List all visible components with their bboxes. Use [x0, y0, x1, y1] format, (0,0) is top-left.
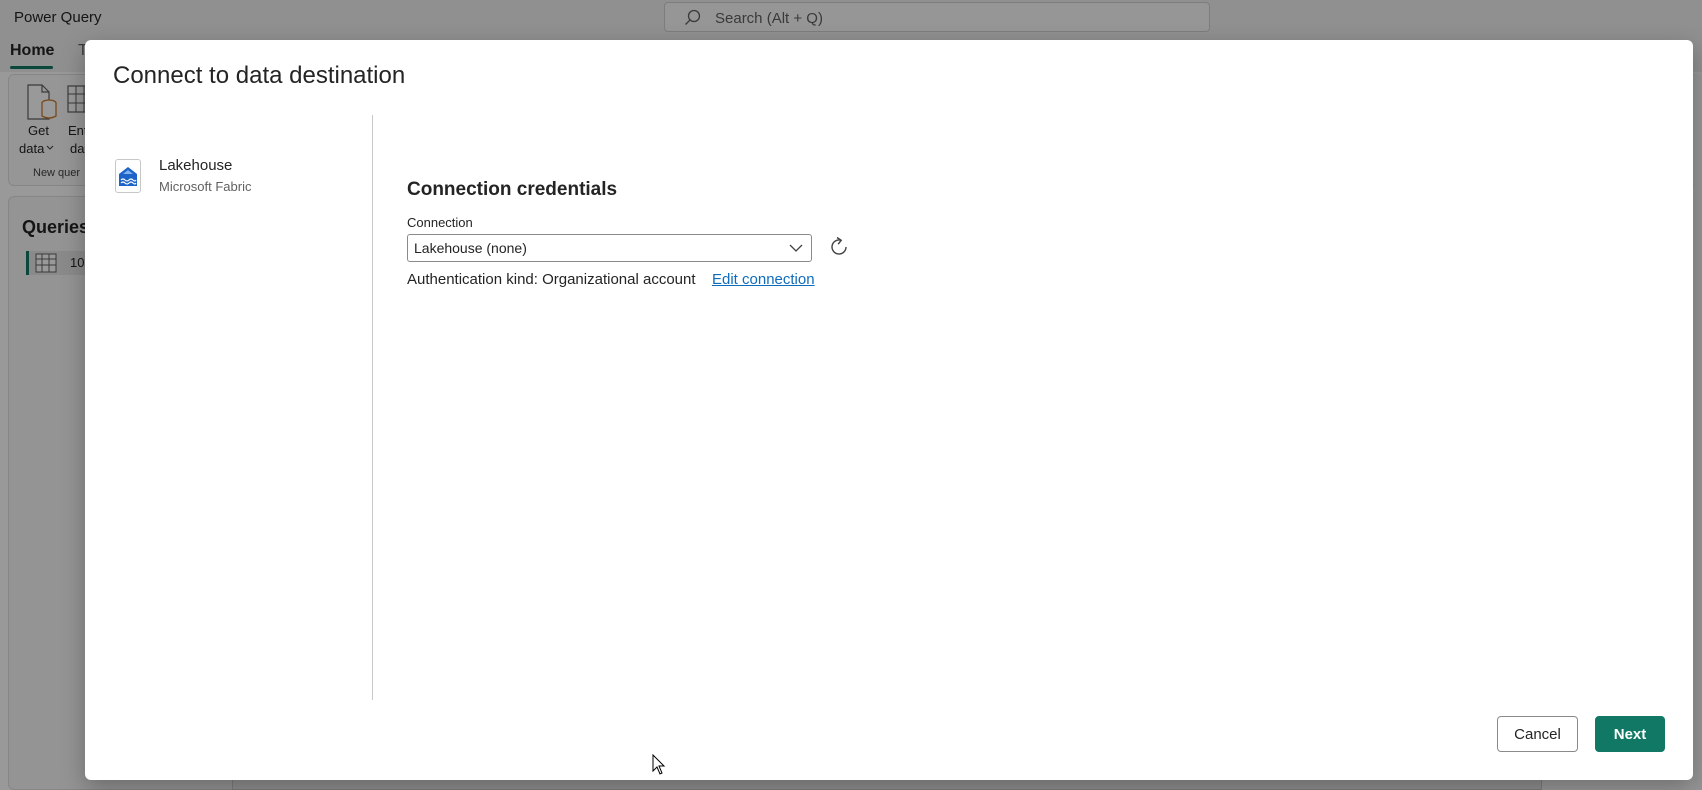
mouse-cursor-icon [652, 754, 666, 775]
connect-destination-dialog: Connect to data destination Lakehouse Mi… [85, 40, 1693, 780]
destination-item-lakehouse[interactable]: Lakehouse Microsoft Fabric [115, 157, 355, 201]
dialog-title: Connect to data destination [113, 62, 406, 89]
lakehouse-glyph-icon [119, 167, 137, 186]
destination-provider: Microsoft Fabric [159, 179, 252, 194]
authentication-kind: Authentication kind: Organizational acco… [407, 271, 696, 288]
connection-label: Connection [407, 215, 473, 230]
destination-panel: Lakehouse Microsoft Fabric [85, 115, 372, 700]
connection-value: Lakehouse (none) [414, 240, 527, 256]
destination-name: Lakehouse [159, 157, 233, 174]
connection-dropdown[interactable]: Lakehouse (none) [407, 234, 812, 262]
panel-divider [372, 115, 373, 700]
cancel-button[interactable]: Cancel [1497, 716, 1578, 752]
lakehouse-icon [115, 159, 141, 193]
next-button[interactable]: Next [1595, 716, 1665, 752]
section-title: Connection credentials [407, 179, 618, 200]
refresh-icon[interactable] [827, 235, 851, 259]
edit-connection-link[interactable]: Edit connection [712, 271, 815, 288]
credentials-panel: Connection credentials Connection Lakeho… [407, 115, 1607, 700]
chevron-down-icon [789, 244, 803, 252]
